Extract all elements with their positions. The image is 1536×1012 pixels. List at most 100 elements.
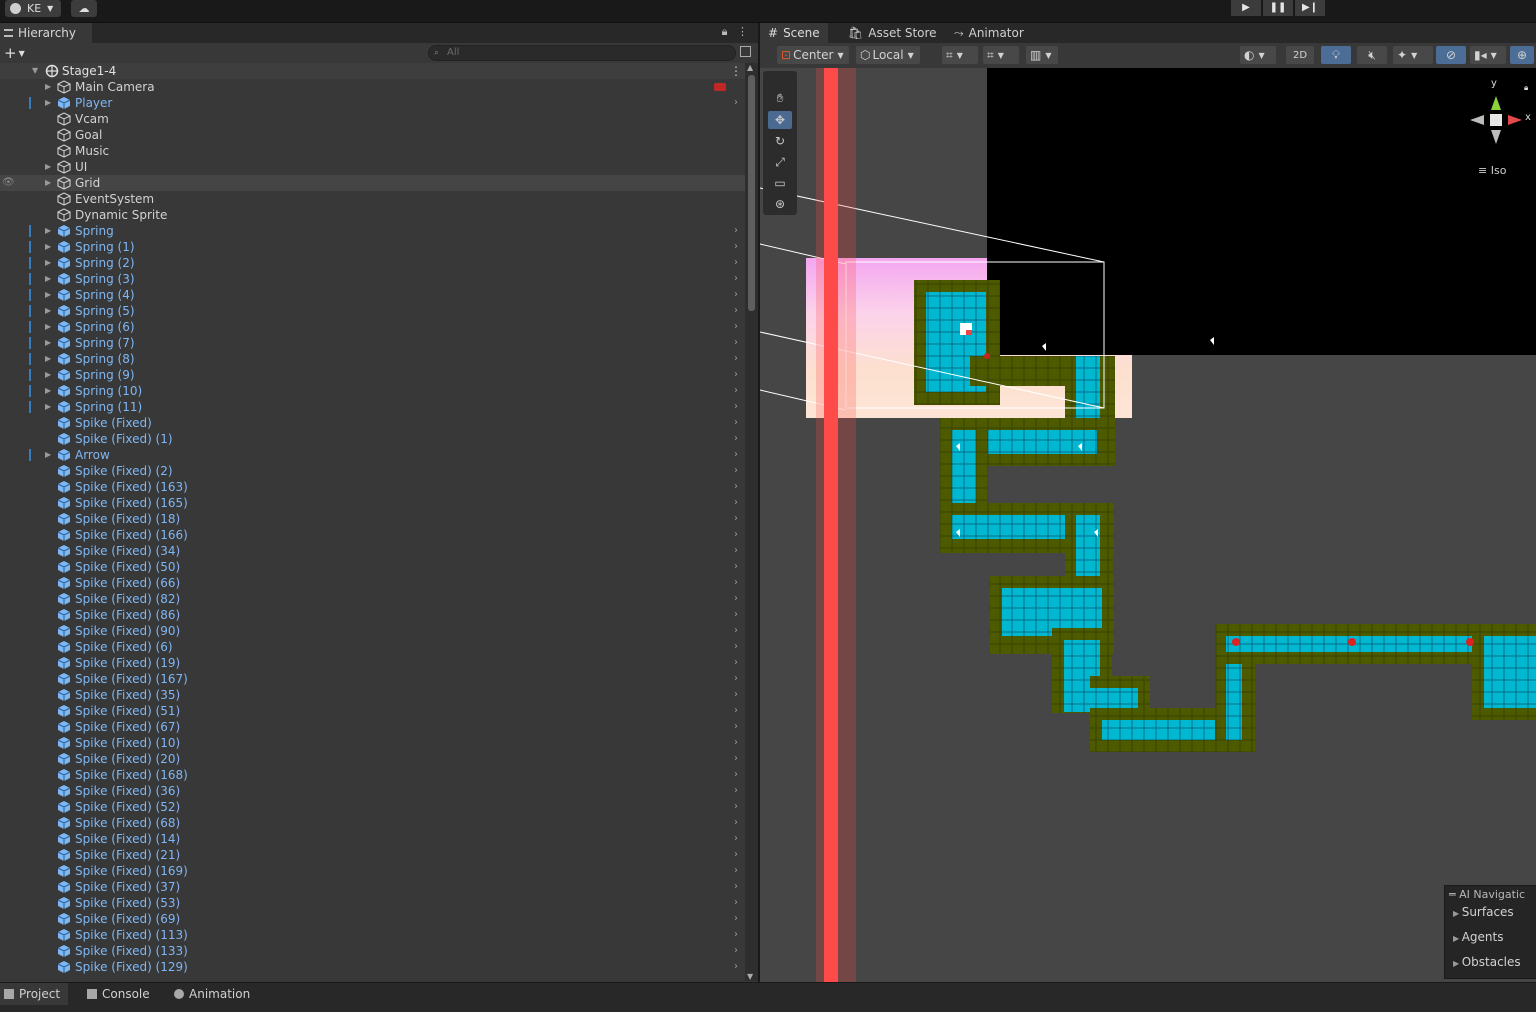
open-prefab-chevron-icon[interactable]: › — [734, 831, 738, 847]
account-dropdown[interactable]: KE ▼ — [5, 0, 61, 17]
hierarchy-item[interactable]: ▶ Spring (4) › — [0, 287, 745, 303]
increment-snap-dropdown[interactable]: ⌗ ▼ — [983, 46, 1019, 64]
open-prefab-chevron-icon[interactable]: › — [734, 447, 738, 463]
open-prefab-chevron-icon[interactable]: › — [734, 655, 738, 671]
open-prefab-chevron-icon[interactable]: › — [734, 575, 738, 591]
hierarchy-item[interactable]: Spike (Fixed) (20) › — [0, 751, 745, 767]
hierarchy-item[interactable]: Spike (Fixed) (37) › — [0, 879, 745, 895]
drag-handle-icon[interactable]: ═ — [1449, 888, 1459, 901]
cloud-icon[interactable]: ☁ — [71, 0, 97, 17]
expand-arrow-icon[interactable]: ▶ — [45, 351, 51, 367]
open-prefab-chevron-icon[interactable]: › — [734, 719, 738, 735]
open-prefab-chevron-icon[interactable]: › — [734, 943, 738, 959]
hierarchy-item[interactable]: Spike (Fixed) (18) › — [0, 511, 745, 527]
expand-arrow-icon[interactable]: ▶ — [45, 159, 51, 175]
hierarchy-item[interactable]: ▶ Spring (5) › — [0, 303, 745, 319]
hierarchy-item[interactable]: Spike (Fixed) (51) › — [0, 703, 745, 719]
expand-arrow-icon[interactable]: ▶ — [45, 319, 51, 335]
hierarchy-item[interactable]: Spike (Fixed) (53) › — [0, 895, 745, 911]
pivot-rotation-dropdown[interactable]: ⬡ Local ▼ — [856, 46, 920, 64]
expand-arrow-icon[interactable]: ▶ — [45, 175, 51, 191]
hierarchy-item[interactable]: Goal — [0, 127, 745, 143]
search-input[interactable]: ⌕ All — [428, 45, 736, 61]
hierarchy-item[interactable]: Spike (Fixed) (19) › — [0, 655, 745, 671]
hierarchy-item[interactable]: Spike (Fixed) (169) › — [0, 863, 745, 879]
lighting-toggle[interactable]: 💡︎ — [1321, 46, 1351, 64]
open-prefab-chevron-icon[interactable]: › — [734, 815, 738, 831]
more-options-icon[interactable]: ⋮ — [730, 63, 742, 79]
open-prefab-chevron-icon[interactable]: › — [734, 783, 738, 799]
hierarchy-item[interactable]: Spike (Fixed) (50) › — [0, 559, 745, 575]
hierarchy-item[interactable]: ▶ Main Camera — [0, 79, 745, 95]
camera-dropdown[interactable]: ▮◂ ▼ — [1470, 46, 1506, 64]
open-prefab-chevron-icon[interactable]: › — [734, 591, 738, 607]
hierarchy-item[interactable]: Spike (Fixed) (21) › — [0, 847, 745, 863]
hierarchy-item[interactable]: ▶ Spring (11) › — [0, 399, 745, 415]
tab-project[interactable]: Project — [0, 983, 69, 1005]
open-prefab-chevron-icon[interactable]: › — [734, 751, 738, 767]
open-prefab-chevron-icon[interactable]: › — [734, 415, 738, 431]
tab-asset-store[interactable]: 🛍︎ Asset Store — [840, 23, 945, 43]
hierarchy-item[interactable]: ▶ UI — [0, 159, 745, 175]
open-prefab-chevron-icon[interactable]: › — [734, 255, 738, 271]
expand-arrow-icon[interactable]: ▶ — [45, 255, 51, 271]
hierarchy-item[interactable]: Spike (Fixed) (68) › — [0, 815, 745, 831]
hierarchy-item[interactable]: Spike (Fixed) (35) › — [0, 687, 745, 703]
hierarchy-item[interactable]: ▶ Spring (2) › — [0, 255, 745, 271]
hierarchy-item[interactable]: Spike (Fixed) › — [0, 415, 745, 431]
gizmos-toggle[interactable]: ⊕ — [1510, 46, 1534, 64]
open-prefab-chevron-icon[interactable]: › — [734, 383, 738, 399]
scene-row[interactable]: ▼ Stage1-4 ⋮ — [0, 63, 745, 79]
hierarchy-item[interactable]: Spike (Fixed) (90) › — [0, 623, 745, 639]
hierarchy-item[interactable]: Music — [0, 143, 745, 159]
hierarchy-item[interactable]: Spike (Fixed) (2) › — [0, 463, 745, 479]
open-prefab-chevron-icon[interactable]: › — [734, 335, 738, 351]
hierarchy-item[interactable]: Spike (Fixed) (67) › — [0, 719, 745, 735]
hierarchy-item[interactable]: Spike (Fixed) (86) › — [0, 607, 745, 623]
expand-arrow-icon[interactable]: ▶ — [45, 95, 51, 111]
open-prefab-chevron-icon[interactable]: › — [734, 895, 738, 911]
hierarchy-item[interactable]: Spike (Fixed) (52) › — [0, 799, 745, 815]
hierarchy-item[interactable]: Spike (Fixed) (168) › — [0, 767, 745, 783]
expand-arrow-icon[interactable]: ▶ — [45, 271, 51, 287]
transform-tool-icon[interactable]: ⊛ — [768, 195, 792, 213]
hierarchy-item[interactable]: Dynamic Sprite — [0, 207, 745, 223]
expand-arrow-icon[interactable]: ▶ — [45, 287, 51, 303]
expand-arrow-icon[interactable]: ▶ — [45, 335, 51, 351]
open-prefab-chevron-icon[interactable]: › — [734, 495, 738, 511]
open-prefab-chevron-icon[interactable]: › — [734, 799, 738, 815]
open-prefab-chevron-icon[interactable]: › — [734, 879, 738, 895]
tab-console[interactable]: Console — [87, 983, 150, 1005]
open-prefab-chevron-icon[interactable]: › — [734, 351, 738, 367]
hierarchy-item[interactable]: Spike (Fixed) (167) › — [0, 671, 745, 687]
open-prefab-chevron-icon[interactable]: › — [734, 687, 738, 703]
open-prefab-chevron-icon[interactable]: › — [734, 543, 738, 559]
open-prefab-chevron-icon[interactable]: › — [734, 735, 738, 751]
expand-arrow-icon[interactable]: ▶ — [45, 223, 51, 239]
hierarchy-item[interactable]: Vcam — [0, 111, 745, 127]
hierarchy-item[interactable]: Spike (Fixed) (82) › — [0, 591, 745, 607]
search-options-icon[interactable] — [740, 46, 751, 57]
expand-arrow-icon[interactable]: ▼ — [32, 63, 38, 79]
hierarchy-item[interactable]: ▶ Spring (6) › — [0, 319, 745, 335]
nav-item-agents[interactable]: ▶ Agents — [1453, 930, 1503, 944]
pause-button[interactable]: ❚❚ — [1263, 0, 1293, 16]
open-prefab-chevron-icon[interactable]: › — [734, 95, 738, 111]
expand-arrow-icon[interactable]: ▶ — [45, 303, 51, 319]
create-button[interactable]: + ▼ — [4, 44, 25, 62]
hierarchy-scrollbar[interactable]: ▲ ▼ — [745, 63, 758, 981]
expand-arrow-icon[interactable]: ▶ — [45, 383, 51, 399]
gizmo-lock-icon[interactable]: 🔒︎ — [1524, 83, 1528, 93]
audio-toggle[interactable]: 🔇︎ — [1357, 46, 1387, 64]
rect-tool-icon[interactable]: ▭ — [768, 174, 792, 192]
open-prefab-chevron-icon[interactable]: › — [734, 271, 738, 287]
hierarchy-item[interactable]: ▶ Spring › — [0, 223, 745, 239]
hierarchy-item[interactable]: Spike (Fixed) (14) › — [0, 831, 745, 847]
open-prefab-chevron-icon[interactable]: › — [734, 511, 738, 527]
move-tool-icon[interactable]: ✥ — [768, 111, 792, 129]
tab-scene[interactable]: # Scene — [760, 23, 828, 43]
expand-arrow-icon[interactable]: ▶ — [45, 239, 51, 255]
open-prefab-chevron-icon[interactable]: › — [734, 479, 738, 495]
open-prefab-chevron-icon[interactable]: › — [734, 559, 738, 575]
hierarchy-item[interactable]: ▶ Arrow › — [0, 447, 745, 463]
